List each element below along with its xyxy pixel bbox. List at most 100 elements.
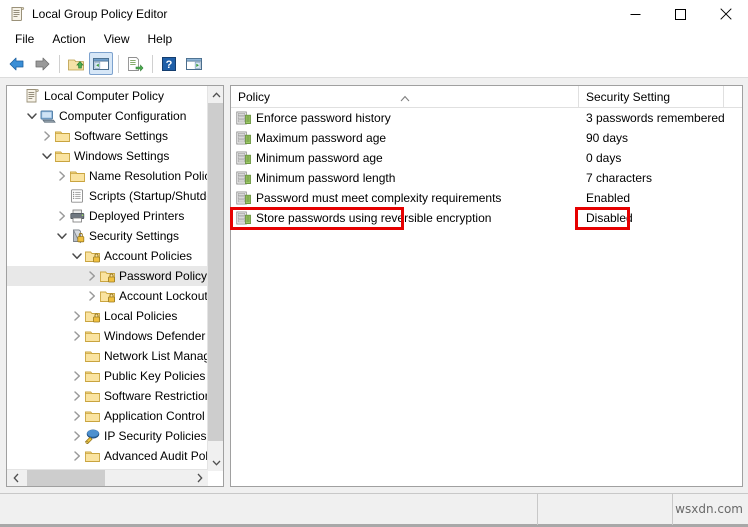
column-header-security-setting[interactable]: Security Setting — [579, 86, 724, 107]
chevron-right-icon[interactable] — [70, 309, 84, 323]
tree-item-label: Network List Manager Polic — [104, 349, 208, 363]
tree-item-label: Software Restriction Polic — [104, 389, 208, 403]
ip-security-icon — [84, 429, 100, 444]
console-tree[interactable]: Local Computer Policy Computer Configurat… — [7, 86, 208, 471]
tree-scroll-down-button[interactable] — [208, 454, 223, 471]
tree-item-label: Account Lockout Policy — [119, 289, 208, 303]
status-segment-3: wsxdn.com — [673, 494, 748, 525]
tree-item-account-lockout-policy[interactable]: Account Lockout Policy — [7, 286, 208, 306]
export-list-button[interactable] — [123, 52, 147, 75]
policy-setting-icon — [236, 151, 251, 165]
table-row[interactable]: Enforce password history 3 passwords reme… — [231, 108, 742, 128]
menu-bar: File Action View Help — [0, 28, 748, 50]
chevron-right-icon[interactable] — [85, 269, 99, 283]
menu-help[interactable]: Help — [139, 29, 182, 49]
folder-icon — [70, 171, 85, 182]
chevron-down-icon[interactable] — [40, 149, 54, 163]
toolbar-separator — [118, 54, 119, 73]
column-header-security-setting-label: Security Setting — [586, 90, 671, 104]
toolbar-separator — [152, 54, 153, 73]
tree-item-label: Name Resolution Policy — [89, 169, 208, 183]
help-button[interactable]: ? — [157, 52, 181, 75]
show-hide-console-tree-button[interactable] — [89, 52, 113, 75]
tree-item-local-policies[interactable]: Local Policies — [7, 306, 208, 326]
script-icon — [71, 189, 83, 203]
folder-icon — [85, 371, 100, 382]
chevron-right-icon[interactable] — [70, 449, 84, 463]
security-lock-icon — [72, 229, 85, 244]
folder-lock-icon — [100, 271, 115, 283]
tree-scroll-left-button[interactable] — [7, 470, 24, 487]
menu-action[interactable]: Action — [43, 29, 94, 49]
chevron-right-icon[interactable] — [55, 169, 69, 183]
tree-item-deployed-printers[interactable]: Deployed Printers — [7, 206, 208, 226]
tree-item-label: IP Security Policies on Lo — [104, 429, 208, 443]
tree-item-network-list-manager-polic[interactable]: Network List Manager Polic — [7, 346, 208, 366]
tree-item-software-restriction-polic[interactable]: Software Restriction Polic — [7, 386, 208, 406]
chevron-right-icon[interactable] — [70, 429, 84, 443]
tree-item-password-policy[interactable]: Password Policy — [7, 266, 208, 286]
menu-file[interactable]: File — [6, 29, 43, 49]
tree-item-application-control-polici[interactable]: Application Control Polici — [7, 406, 208, 426]
maximize-button[interactable] — [658, 0, 703, 28]
tree-vertical-scroll-thumb[interactable] — [208, 103, 223, 441]
tree-item-public-key-policies[interactable]: Public Key Policies — [7, 366, 208, 386]
back-button[interactable] — [5, 52, 29, 75]
table-row[interactable]: Store passwords using reversible encrypt… — [231, 208, 742, 228]
folder-icon — [85, 451, 100, 462]
chevron-right-icon[interactable] — [55, 209, 69, 223]
folder-lock-icon — [100, 291, 115, 303]
table-row[interactable]: Password must meet complexity requiremen… — [231, 188, 742, 208]
tree-item-label: Software Settings — [74, 129, 169, 143]
tree-item-local-computer-policy[interactable]: Local Computer Policy — [7, 86, 208, 106]
show-hide-action-pane-button[interactable] — [182, 52, 206, 75]
tree-item-account-policies[interactable]: Account Policies — [7, 246, 208, 266]
minimize-button[interactable] — [613, 0, 658, 28]
chevron-right-icon[interactable] — [40, 129, 54, 143]
chevron-right-icon[interactable] — [85, 289, 99, 303]
policy-setting-icon — [236, 211, 251, 225]
chevron-right-icon[interactable] — [70, 389, 84, 403]
chevron-right-icon[interactable] — [70, 369, 84, 383]
console-tree-pane: Local Computer Policy Computer Configurat… — [6, 85, 224, 487]
table-row[interactable]: Maximum password age 90 days — [231, 128, 742, 148]
chevron-down-icon[interactable] — [70, 249, 84, 263]
chevron-down-icon[interactable] — [55, 229, 69, 243]
table-row[interactable]: Minimum password age 0 days — [231, 148, 742, 168]
security-setting-cell: 0 days — [586, 151, 622, 165]
toolbar: ? — [0, 50, 748, 78]
security-setting-cell: Enabled — [586, 191, 631, 205]
tree-vertical-scrollbar[interactable] — [207, 86, 223, 471]
tree-item-windows-settings[interactable]: Windows Settings — [7, 146, 208, 166]
policy-list-body[interactable]: Enforce password history 3 passwords reme… — [231, 108, 742, 228]
tree-item-security-settings[interactable]: Security Settings — [7, 226, 208, 246]
policy-name-label: Enforce password history — [256, 111, 391, 125]
close-button[interactable] — [703, 0, 748, 28]
tree-horizontal-scroll-thumb[interactable] — [27, 469, 105, 486]
column-header-policy-label: Policy — [238, 90, 271, 104]
security-setting-cell: 90 days — [586, 131, 629, 145]
chevron-right-icon[interactable] — [70, 329, 84, 343]
tree-horizontal-scroll-track[interactable] — [24, 469, 191, 486]
up-one-level-button[interactable] — [64, 52, 88, 75]
tree-item-advanced-audit-policy-conf[interactable]: Advanced Audit Policy Conf — [7, 446, 208, 466]
table-row[interactable]: Minimum password length 7 characters — [231, 168, 742, 188]
chevron-down-icon[interactable] — [25, 109, 39, 123]
tree-scroll-right-button[interactable] — [191, 470, 208, 487]
column-header-filler — [724, 86, 742, 107]
tree-item-computer-configuration[interactable]: Computer Configuration — [7, 106, 208, 126]
tree-item-windows-defender-firewall[interactable]: Windows Defender Firewall — [7, 326, 208, 346]
menu-view[interactable]: View — [95, 29, 139, 49]
tree-item-ip-security-policies-on-lo[interactable]: IP Security Policies on Lo — [7, 426, 208, 446]
policy-name-cell: Password must meet complexity requiremen… — [231, 190, 579, 206]
column-header-policy[interactable]: Policy — [231, 86, 579, 107]
chevron-right-icon[interactable] — [70, 409, 84, 423]
tree-horizontal-scrollbar[interactable] — [7, 469, 208, 486]
tree-item-name-resolution-policy[interactable]: Name Resolution Policy — [7, 166, 208, 186]
tree-scroll-up-button[interactable] — [208, 86, 223, 103]
watermark-text: wsxdn.com — [675, 502, 743, 516]
tree-item-label: Advanced Audit Policy Conf — [104, 449, 208, 463]
forward-button[interactable] — [30, 52, 54, 75]
tree-item-scripts-startup-shutdown[interactable]: Scripts (Startup/Shutdown) — [7, 186, 208, 206]
tree-item-software-settings[interactable]: Software Settings — [7, 126, 208, 146]
